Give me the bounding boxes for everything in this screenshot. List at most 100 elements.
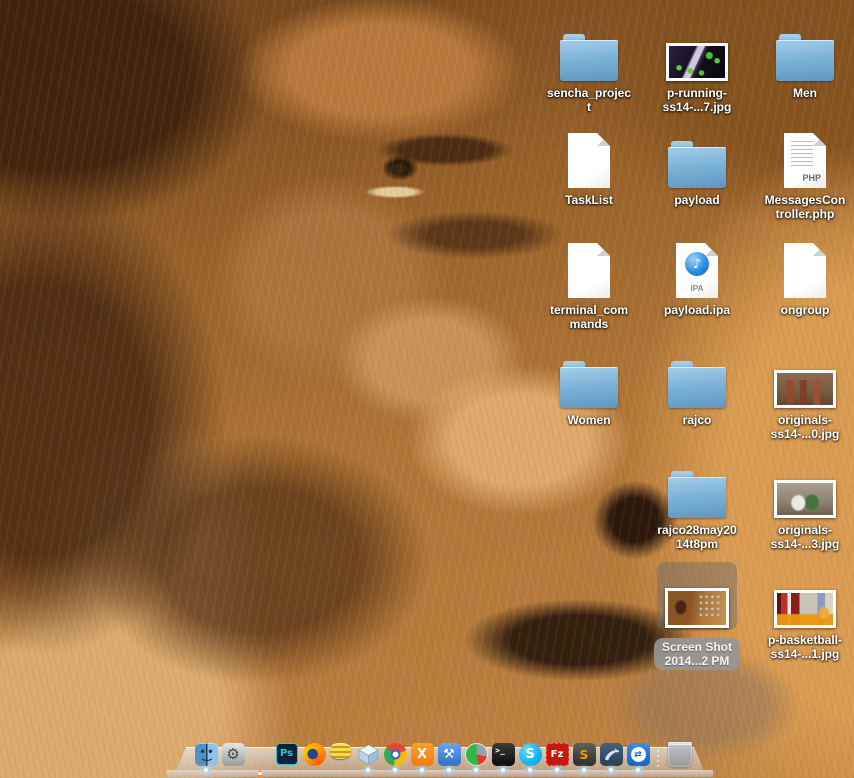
dock-icon-sequel-pro[interactable] xyxy=(329,743,351,759)
page-fold xyxy=(813,133,826,146)
icon-label: payload xyxy=(674,193,720,207)
icon-label: terminal_com mands xyxy=(549,303,629,331)
dock-icon-glyph: S xyxy=(579,747,589,762)
dock-icon-filezilla[interactable]: Fz xyxy=(545,743,569,766)
running-indicator xyxy=(499,767,507,773)
desktop-icon-tasklist[interactable]: TaskList xyxy=(535,122,643,207)
dock-icon-teamviewer[interactable]: ⇄ xyxy=(626,743,650,766)
folder-icon xyxy=(560,361,618,408)
icon-label: Men xyxy=(793,86,817,100)
icon-label: ongroup xyxy=(780,303,830,317)
desktop-icon-men[interactable]: Men xyxy=(751,15,854,100)
arrows-circle-icon: ⇄ xyxy=(630,747,646,762)
dock-icon-skype[interactable]: S xyxy=(518,743,542,766)
desktop-icon-payload-ipa[interactable]: ♪ IPA payload.ipa xyxy=(643,232,751,317)
running-indicator xyxy=(418,767,426,773)
desktop-icon-rajco28may2014t8pm[interactable]: rajco28may20 14t8pm xyxy=(643,452,751,551)
icon-label: Screen Shot 2014...2 PM xyxy=(653,638,741,670)
dock-icon-chrome[interactable] xyxy=(383,743,407,766)
php-document-icon: PHP xyxy=(784,133,826,188)
dock-icon-mysql-workbench[interactable] xyxy=(599,743,623,766)
icon-label: TaskList xyxy=(565,193,613,207)
dock-separator xyxy=(657,750,659,768)
desktop-icon-payload[interactable]: payload xyxy=(643,122,751,207)
dock-icon-terminal[interactable]: >_ xyxy=(491,743,515,766)
traffic-cone-icon xyxy=(254,768,266,778)
desktop-icon-originals-ss14-0-jpg[interactable]: originals-ss14-...0.jpg xyxy=(751,342,854,441)
folder-icon xyxy=(668,361,726,408)
desktop-icon-screen-shot-2014-2-pm[interactable]: Screen Shot 2014...2 PM xyxy=(643,562,751,670)
dock-icon-activity-pie[interactable] xyxy=(464,743,488,766)
php-badge: PHP xyxy=(802,173,821,183)
document-icon xyxy=(568,243,610,298)
ipa-badge: IPA xyxy=(690,284,704,293)
desktop: sencha_projec t p-running-ss14-...7.jpg Men… xyxy=(0,0,854,778)
dock-icon-trash[interactable] xyxy=(668,742,692,767)
icon-label: rajco xyxy=(682,413,712,427)
dock-icon-sublime-text[interactable]: S xyxy=(572,743,596,766)
running-indicator xyxy=(445,767,453,773)
icon-label: payload.ipa xyxy=(663,303,731,317)
dock-icon-glyph: X xyxy=(416,747,428,762)
page-fold xyxy=(705,243,718,256)
dock-icon-glyph: ⚙ xyxy=(226,745,240,763)
desktop-icon-ongroup[interactable]: ongroup xyxy=(751,232,854,317)
icon-label: p-basketball-ss14-...1.jpg xyxy=(767,633,842,661)
running-indicator xyxy=(202,767,210,773)
dock-icon-glyph: Fz xyxy=(550,748,564,760)
dock-icon-glyph: S xyxy=(525,747,535,762)
image-thumbnail-icon xyxy=(774,370,836,408)
icon-label: sencha_projec t xyxy=(546,86,632,114)
running-indicator xyxy=(553,767,561,773)
image-thumbnail-icon xyxy=(774,590,836,628)
desktop-icon-p-basketball-ss14-1-jpg[interactable]: p-basketball-ss14-...1.jpg xyxy=(751,562,854,661)
running-indicator xyxy=(391,767,399,773)
running-indicator xyxy=(526,767,534,773)
dock-icon-xcode[interactable]: ⚒ xyxy=(437,743,461,766)
mini-icon-grid xyxy=(699,595,723,619)
dock-icon-glyph: Ps xyxy=(279,748,294,759)
code-lines xyxy=(791,141,813,167)
folder-icon xyxy=(776,34,834,81)
running-indicator xyxy=(634,767,642,773)
icon-label: originals-ss14-...0.jpg xyxy=(770,413,840,441)
dock-icon-system-preferences[interactable]: ⚙ xyxy=(221,743,245,766)
running-indicator xyxy=(364,767,372,773)
dock-icon-xampp[interactable]: X xyxy=(410,743,434,766)
dock-icon-glyph: ⚒ xyxy=(443,747,455,762)
icon-label: originals-ss14-...3.jpg xyxy=(770,523,840,551)
dock-icon-vlc[interactable] xyxy=(249,766,272,778)
desktop-icon-messagescontroller-php[interactable]: PHP MessagesCon troller.php xyxy=(751,122,854,221)
icon-label: rajco28may20 14t8pm xyxy=(657,523,737,551)
folder-icon xyxy=(668,471,726,518)
image-thumbnail-icon xyxy=(774,480,836,518)
dock-icon-finder[interactable] xyxy=(194,743,218,766)
folder-icon xyxy=(668,141,726,188)
desktop-icon-terminal-commands[interactable]: terminal_com mands xyxy=(535,232,643,331)
desktop-icon-sencha-project[interactable]: sencha_projec t xyxy=(535,15,643,114)
dock-icon-photoshop[interactable]: Ps xyxy=(275,743,298,765)
desktop-icon-rajco[interactable]: rajco xyxy=(643,342,751,427)
ipa-document-icon: ♪ IPA xyxy=(676,243,718,298)
page-fold xyxy=(597,133,610,146)
running-indicator xyxy=(472,767,480,773)
dock-icon-glyph: >_ xyxy=(495,746,505,755)
folder-icon xyxy=(560,34,618,81)
desktop-icon-women[interactable]: Women xyxy=(535,342,643,427)
cube-icon xyxy=(357,744,379,765)
image-thumbnail-icon xyxy=(666,43,728,81)
icon-label: Women xyxy=(567,413,611,427)
page-fold xyxy=(597,243,610,256)
dock-icon-virtualbox[interactable] xyxy=(357,743,380,766)
itunes-note-icon: ♪ xyxy=(685,252,709,276)
desktop-icon-p-running-ss14-7-jpg[interactable]: p-running-ss14-...7.jpg xyxy=(643,15,751,114)
icon-label: p-running-ss14-...7.jpg xyxy=(662,86,732,114)
document-icon xyxy=(784,243,826,298)
screenshot-thumbnail-icon xyxy=(665,588,729,628)
dock-icon-firefox[interactable] xyxy=(302,743,326,766)
desktop-icon-originals-ss14-3-jpg[interactable]: originals-ss14-...3.jpg xyxy=(751,452,854,551)
running-indicator xyxy=(580,767,588,773)
dolphin-icon xyxy=(604,748,619,761)
icon-label: MessagesCon troller.php xyxy=(764,193,846,221)
running-indicator xyxy=(607,767,615,773)
